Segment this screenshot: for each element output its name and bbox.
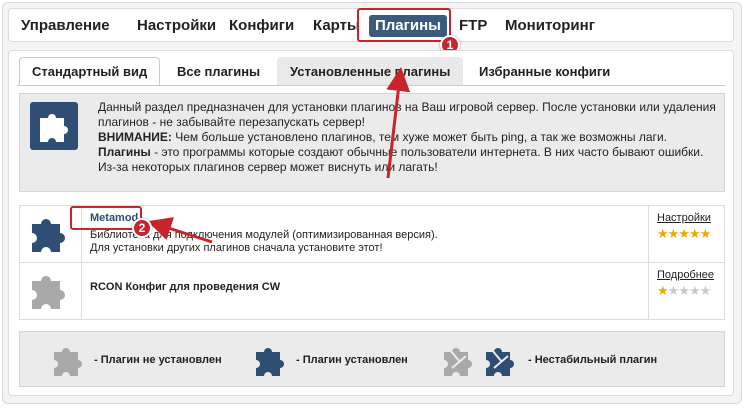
annotation-badge-2: 2 (132, 218, 152, 238)
annotation-arrows (147, 67, 411, 244)
arrow-to-metamod (147, 217, 213, 244)
arrow-to-installed-tab (386, 67, 411, 179)
